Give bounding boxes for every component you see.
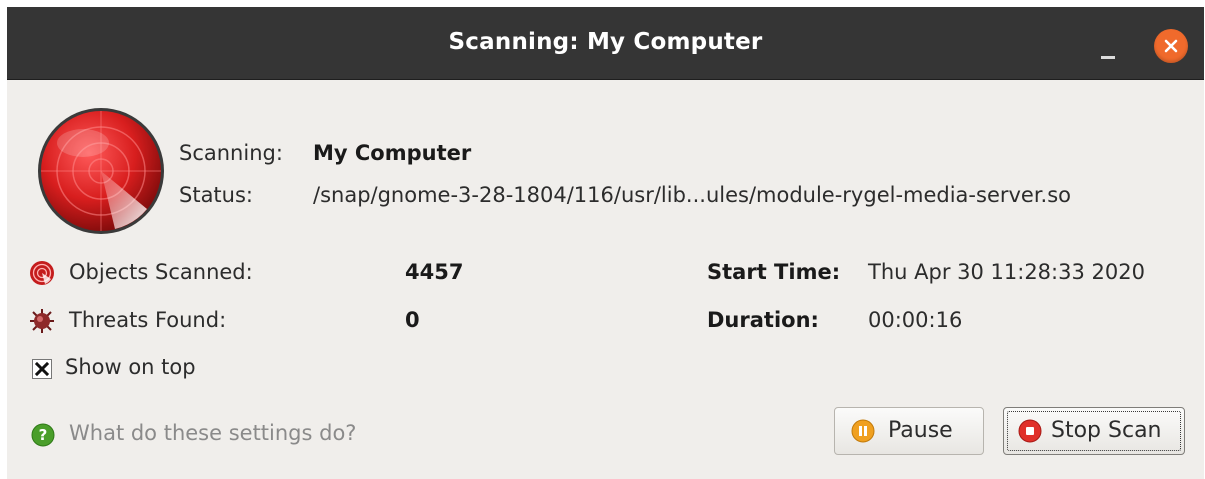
duration-value: 00:00:16 bbox=[868, 308, 963, 332]
stop-scan-button[interactable]: Stop Scan bbox=[1003, 407, 1185, 455]
stop-scan-button-label: Stop Scan bbox=[1051, 418, 1162, 443]
close-icon bbox=[1164, 39, 1178, 53]
help-link[interactable]: What do these settings do? bbox=[69, 421, 356, 445]
start-time-label: Start Time: bbox=[707, 260, 841, 284]
scanning-target: My Computer bbox=[313, 141, 472, 165]
start-time-value: Thu Apr 30 11:28:33 2020 bbox=[868, 260, 1145, 284]
status-value: /snap/gnome-3-28-1804/116/usr/lib...ules… bbox=[313, 183, 1072, 207]
objects-scanned-icon bbox=[30, 261, 54, 285]
show-on-top-checkbox[interactable] bbox=[32, 359, 52, 379]
title-bar[interactable]: Scanning: My Computer bbox=[7, 7, 1204, 80]
pause-icon bbox=[851, 419, 875, 443]
scan-window: Scanning: My Computer Scanning: My Compu… bbox=[7, 7, 1204, 479]
svg-text:?: ? bbox=[39, 426, 48, 444]
pause-button-label: Pause bbox=[888, 418, 953, 443]
show-on-top-label[interactable]: Show on top bbox=[65, 355, 196, 379]
threats-found-value: 0 bbox=[405, 308, 420, 332]
checkmark-icon bbox=[35, 362, 49, 376]
pause-button[interactable]: Pause bbox=[834, 407, 984, 455]
radar-icon bbox=[38, 108, 164, 234]
objects-scanned-label: Objects Scanned: bbox=[69, 260, 253, 284]
stop-icon bbox=[1018, 419, 1042, 443]
objects-scanned-value: 4457 bbox=[405, 260, 464, 284]
threats-found-label: Threats Found: bbox=[69, 308, 227, 332]
status-label: Status: bbox=[179, 183, 253, 207]
window-title: Scanning: My Computer bbox=[448, 29, 763, 55]
scanning-label: Scanning: bbox=[179, 141, 283, 165]
help-icon[interactable]: ? bbox=[31, 423, 55, 447]
duration-label: Duration: bbox=[707, 308, 819, 332]
close-button[interactable] bbox=[1154, 29, 1188, 63]
minimize-button[interactable] bbox=[1095, 31, 1125, 61]
threat-bug-icon bbox=[30, 309, 54, 333]
